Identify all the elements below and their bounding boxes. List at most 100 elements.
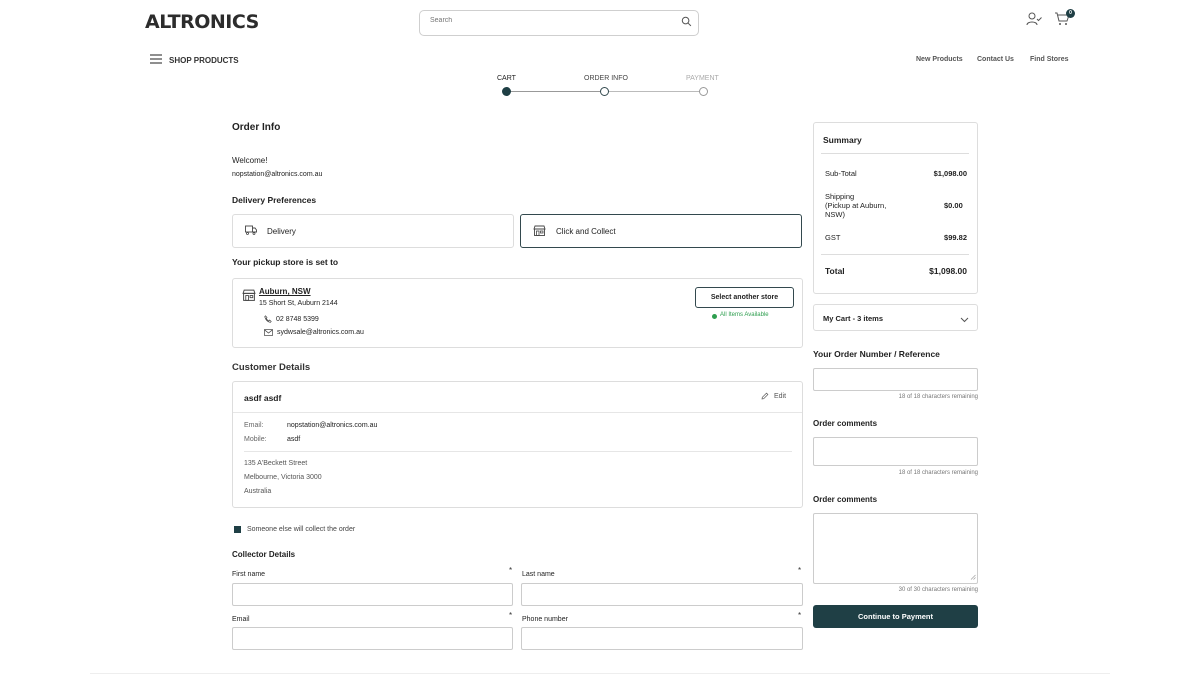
mail-icon xyxy=(264,328,273,338)
order-number-title: Your Order Number / Reference xyxy=(813,349,940,359)
delivery-option[interactable]: Delivery xyxy=(232,214,514,248)
collector-email-input[interactable] xyxy=(232,627,513,650)
account-icon[interactable] xyxy=(1026,12,1042,28)
step-cart[interactable]: CART xyxy=(497,75,516,82)
search-input[interactable] xyxy=(430,17,670,24)
welcome-text: Welcome! xyxy=(232,156,268,165)
customer-details-card: asdf asdf Edit Email: nopstation@altroni… xyxy=(232,381,803,508)
hamburger-icon[interactable] xyxy=(150,54,162,66)
phone-label: Phone number xyxy=(522,616,568,623)
gst-label: GST xyxy=(825,233,841,242)
shipping-value: $0.00 xyxy=(944,201,963,210)
last-name-input[interactable] xyxy=(521,583,803,606)
address-line: 135 A'Beckett Street xyxy=(244,460,308,467)
step-payment: PAYMENT xyxy=(686,75,719,82)
edit-link[interactable]: Edit xyxy=(774,393,786,400)
resize-handle-icon[interactable] xyxy=(970,572,976,582)
shop-products-label[interactable]: SHOP PRODUCTS xyxy=(169,56,239,65)
subtotal-row: Sub-Total $1,098.00 xyxy=(825,169,967,178)
divider xyxy=(821,153,969,154)
subtotal-label: Sub-Total xyxy=(825,169,857,178)
first-name-input[interactable] xyxy=(232,583,513,606)
click-and-collect-option[interactable]: Click and Collect xyxy=(520,214,802,248)
select-another-store-button[interactable]: Select another store xyxy=(695,287,794,308)
step-connector xyxy=(510,91,600,92)
availability-dot xyxy=(712,314,717,319)
subtotal-value: $1,098.00 xyxy=(933,169,967,178)
customer-name: asdf asdf xyxy=(244,393,282,403)
store-icon xyxy=(242,289,256,303)
total-value: $1,098.00 xyxy=(929,266,967,276)
phone-number-input[interactable] xyxy=(521,627,803,650)
shipping-label-line: Shipping xyxy=(825,192,855,201)
chevron-down-icon[interactable] xyxy=(960,315,969,325)
email-label: Email: xyxy=(244,422,264,429)
store-name-link[interactable]: Auburn, NSW xyxy=(259,287,311,296)
order-comments-char-count: 30 of 30 characters remaining xyxy=(898,587,978,593)
order-comments-input[interactable] xyxy=(813,437,978,466)
step-dot-order-info xyxy=(600,87,609,96)
summary-title: Summary xyxy=(823,135,862,145)
step-dot-cart xyxy=(502,87,511,96)
store-phone: 02 8748 5399 xyxy=(276,316,319,323)
email-label: Email xyxy=(232,616,250,623)
collector-details-title: Collector Details xyxy=(232,550,296,559)
order-number-input[interactable] xyxy=(813,368,978,391)
shipping-label-line: NSW) xyxy=(825,210,845,219)
last-name-label: Last name xyxy=(522,571,555,578)
order-info-title: Order Info xyxy=(232,122,281,133)
delivery-preferences-title: Delivery Preferences xyxy=(232,195,317,205)
required-mark: * xyxy=(509,566,513,575)
mobile-label: Mobile: xyxy=(244,436,267,443)
required-mark: * xyxy=(798,611,802,620)
order-number-char-count: 18 of 18 characters remaining xyxy=(898,394,978,400)
edit-icon[interactable] xyxy=(761,392,769,402)
cart-count-badge: 0 xyxy=(1066,9,1075,18)
availability-text: All Items Available xyxy=(720,312,769,318)
shipping-label: Shipping (Pickup at Auburn, NSW) xyxy=(825,192,886,219)
address-line: Australia xyxy=(244,488,272,495)
customer-email: nopstation@altronics.com.au xyxy=(287,422,378,429)
address-line: Melbourne, Victoria 3000 xyxy=(244,474,322,481)
someone-else-label[interactable]: Someone else will collect the order xyxy=(247,526,355,533)
required-mark: * xyxy=(509,611,513,620)
nav-contact-us[interactable]: Contact Us xyxy=(977,56,1014,63)
truck-icon xyxy=(245,225,257,237)
order-comments-char-count: 18 of 18 characters remaining xyxy=(898,470,978,476)
first-name-label: First name xyxy=(232,571,266,578)
step-order-info: ORDER INFO xyxy=(584,75,628,82)
nav-find-stores[interactable]: Find Stores xyxy=(1030,56,1069,63)
someone-else-checkbox[interactable] xyxy=(234,526,241,533)
shipping-label-line: (Pickup at Auburn, xyxy=(825,201,887,210)
total-row: Total $1,098.00 xyxy=(825,266,967,276)
order-comments-title: Order comments xyxy=(813,495,878,504)
step-connector xyxy=(609,91,700,92)
pickup-store-card: Auburn, NSW 15 Short St, Auburn 2144 02 … xyxy=(232,278,803,348)
total-label: Total xyxy=(825,266,845,276)
order-comments-title: Order comments xyxy=(813,419,878,428)
divider xyxy=(233,412,802,413)
divider xyxy=(821,254,969,255)
order-comments-textarea[interactable] xyxy=(813,513,978,584)
search-icon[interactable] xyxy=(681,16,692,29)
pickup-store-title: Your pickup store is set to xyxy=(232,257,339,267)
gst-value: $99.82 xyxy=(944,233,967,242)
altronics-logo[interactable]: ALTRONICS xyxy=(145,11,259,33)
phone-icon xyxy=(264,315,272,325)
gst-row: GST $99.82 xyxy=(825,233,967,242)
continue-to-payment-button[interactable]: Continue to Payment xyxy=(813,605,978,628)
customer-details-title: Customer Details xyxy=(232,362,311,373)
user-email: nopstation@altronics.com.au xyxy=(232,171,323,178)
nav-new-products[interactable]: New Products xyxy=(916,56,963,63)
store-email: sydwsale@altronics.com.au xyxy=(277,329,364,336)
search-box[interactable] xyxy=(419,10,699,36)
step-dot-payment xyxy=(699,87,708,96)
required-mark: * xyxy=(798,566,802,575)
shop-products-menu[interactable]: SHOP PRODUCTS xyxy=(150,54,239,66)
store-address: 15 Short St, Auburn 2144 xyxy=(259,300,338,307)
customer-mobile: asdf xyxy=(287,436,301,443)
footer-divider xyxy=(90,673,1110,674)
my-cart-dropdown[interactable]: My Cart - 3 items xyxy=(813,304,978,331)
click-and-collect-label: Click and Collect xyxy=(556,226,616,236)
cart-icon[interactable]: 0 xyxy=(1054,9,1075,28)
